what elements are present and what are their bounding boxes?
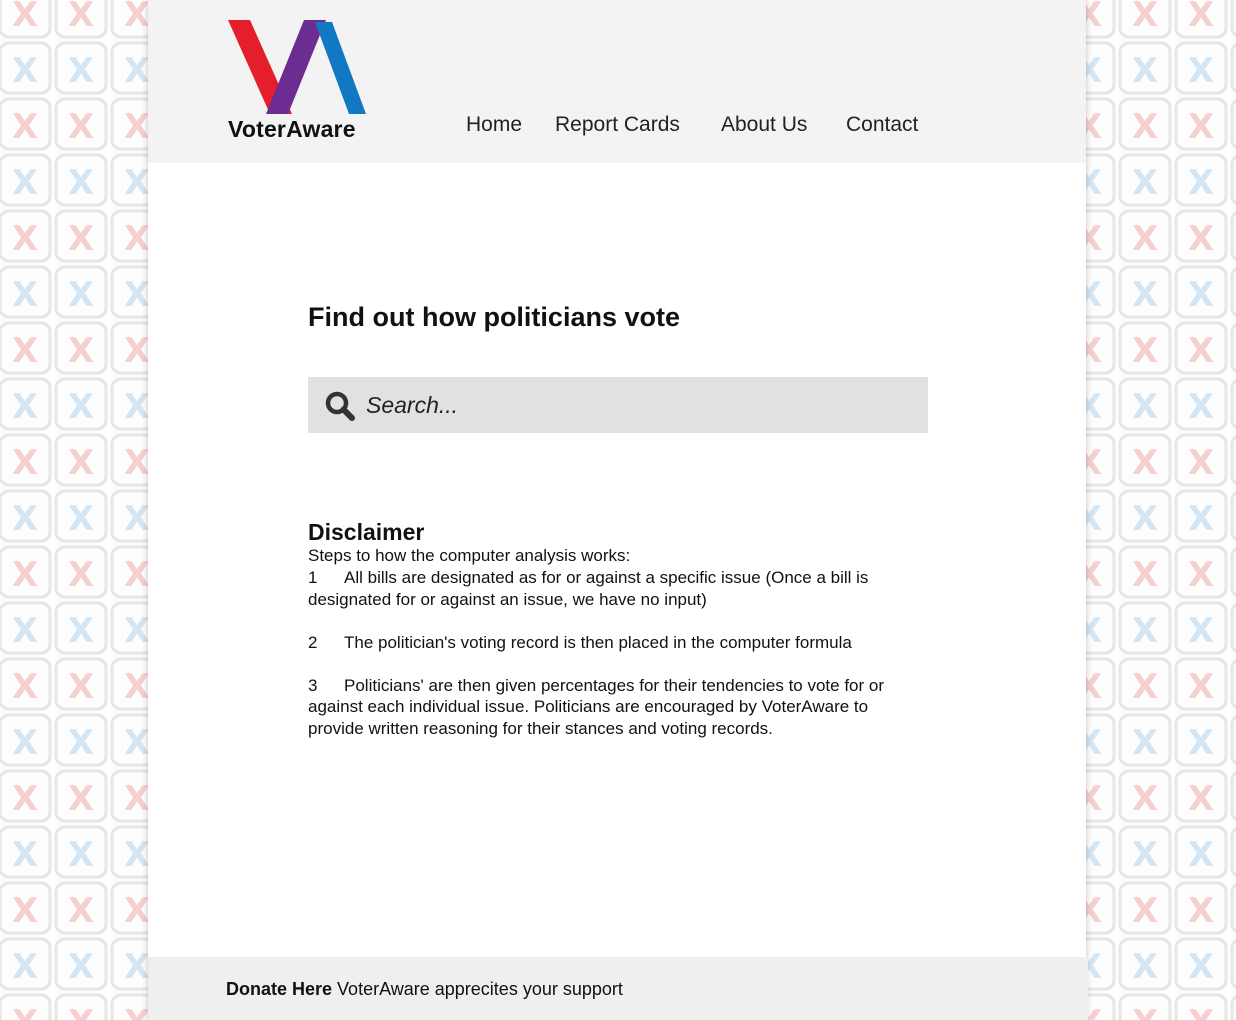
donate-link[interactable]: Donate Here	[226, 979, 332, 999]
step-number: 2	[308, 632, 318, 652]
footer-support-text: VoterAware apprecites your support	[337, 979, 623, 999]
disclaimer-title: Disclaimer	[308, 519, 425, 545]
logo-wordmark: VoterAware	[228, 116, 356, 142]
search-input[interactable]	[366, 377, 916, 433]
disclaimer-intro: Steps to how the computer analysis works…	[308, 546, 631, 565]
step-number: 3	[308, 675, 318, 695]
site-header: VoterAware Home Report Cards About Us Co…	[148, 0, 1086, 163]
nav-home[interactable]: Home	[466, 113, 522, 137]
disclaimer-step: 1 All bills are designated as for or agai…	[308, 567, 918, 610]
nav-report-cards[interactable]: Report Cards	[555, 113, 680, 137]
voteraware-logo[interactable]: VoterAware	[228, 20, 373, 142]
step-number: 1	[308, 568, 318, 587]
step-text: All bills are designated as for or again…	[308, 568, 869, 609]
site-footer: Donate Here VoterAware apprecites your s…	[148, 957, 1088, 1020]
page-container: VoterAware Home Report Cards About Us Co…	[148, 0, 1088, 1020]
page-title: Find out how politicians vote	[308, 302, 680, 332]
nav-about-us[interactable]: About Us	[721, 113, 807, 137]
disclaimer-step: 3 Politicians' are then given percentages…	[308, 675, 918, 740]
footer-text: Donate Here VoterAware apprecites your s…	[226, 979, 623, 1000]
nav-contact[interactable]: Contact	[846, 113, 918, 137]
disclaimer-section: Disclaimer Steps to how the computer ana…	[308, 519, 918, 761]
search-bar[interactable]	[308, 377, 928, 433]
step-text: The politician's voting record is then p…	[344, 632, 852, 652]
search-icon[interactable]	[325, 391, 355, 426]
disclaimer-step: 2 The politician's voting record is then …	[308, 632, 918, 654]
step-text: Politicians' are then given percentages …	[308, 675, 884, 738]
logo-mark-icon	[228, 20, 366, 114]
